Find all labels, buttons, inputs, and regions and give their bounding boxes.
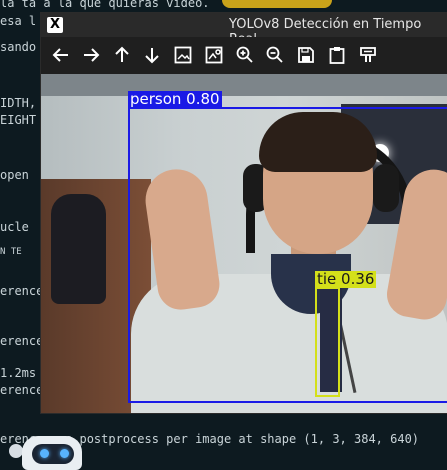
terminal-line: IDTH, [0, 96, 37, 110]
image-icon [174, 46, 192, 64]
save-icon [298, 47, 314, 63]
clipboard-icon [329, 47, 345, 64]
arrow-left-icon [52, 48, 68, 62]
copy-button[interactable] [325, 43, 349, 67]
zoom-in-icon [236, 46, 253, 63]
terminal-line: ucle [0, 220, 29, 234]
window-titlebar[interactable]: X YOLOv8 Detección en Tiempo Real [41, 13, 447, 47]
back-button[interactable] [49, 43, 73, 67]
zoom-out-button[interactable] [263, 43, 287, 67]
app-icon: X [47, 17, 63, 33]
arrow-up-icon [115, 46, 129, 62]
arrow-down-icon [145, 48, 159, 64]
toolbar [41, 37, 447, 74]
arrow-right-icon [84, 48, 100, 62]
properties-button[interactable] [356, 43, 380, 67]
terminal-line: la ta a la que quieras video. [0, 0, 210, 10]
image-viewer-window: X YOLOv8 Detección en Tiempo Real [40, 12, 447, 414]
terminal-line: EIGHT [0, 113, 37, 127]
terminal-line: erence [0, 284, 44, 298]
image-properties-button[interactable] [202, 43, 226, 67]
terminal-line: erence [0, 383, 44, 397]
robot-mascot-icon [6, 430, 88, 470]
properties-icon [360, 47, 376, 62]
detection-box-tie [315, 287, 340, 397]
detection-label-tie: tie 0.36 [315, 270, 377, 288]
terminal-line: esa l [0, 14, 37, 28]
image-canvas[interactable]: person 0.80 tie 0.36 [41, 74, 447, 413]
terminal-line: 1.2ms [0, 366, 37, 380]
terminal-line: erence [0, 334, 44, 348]
image-settings-icon [205, 46, 223, 64]
forward-button[interactable] [79, 43, 103, 67]
zoom-in-button[interactable] [233, 43, 257, 67]
decorative-shape [222, 0, 332, 8]
detection-label-person: person 0.80 [128, 90, 222, 108]
save-button[interactable] [294, 43, 318, 67]
terminal-line: open [0, 168, 29, 182]
image-button[interactable] [171, 43, 195, 67]
zoom-out-icon [266, 46, 283, 63]
terminal-line: sando [0, 40, 37, 54]
up-button[interactable] [110, 43, 134, 67]
down-button[interactable] [140, 43, 164, 67]
detection-box-person [128, 107, 447, 403]
terminal-tabs[interactable]: N TE [0, 247, 22, 257]
